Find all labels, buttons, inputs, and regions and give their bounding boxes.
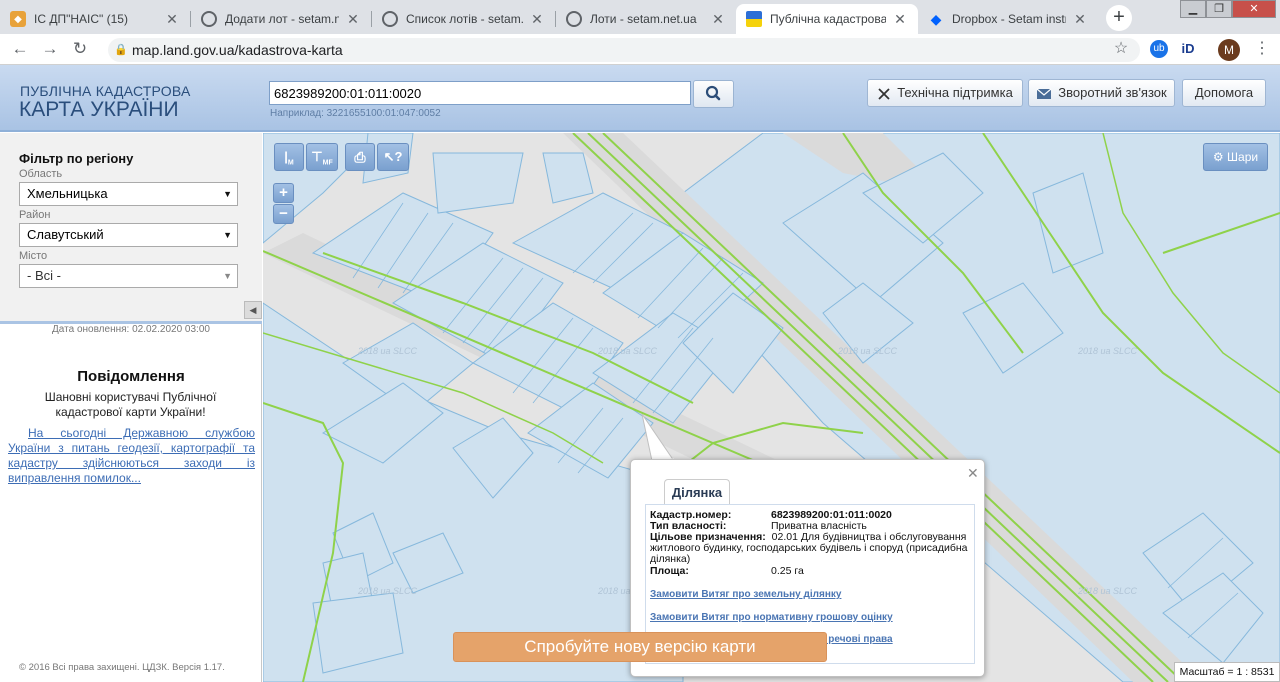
close-icon[interactable]: ✕ [345,11,361,28]
layers-button[interactable]: ⚙ Шари [1203,143,1268,171]
close-icon[interactable]: ✕ [1072,11,1088,28]
window-close-button[interactable]: ✕ [1232,0,1276,18]
tab-parcel[interactable]: Ділянка [664,479,730,505]
city-label: Місто [19,250,48,262]
rayon-label: Район [19,209,51,221]
dropdown-arrow-icon: ▼ [223,271,232,281]
oblast-select[interactable]: Хмельницька ▼ [19,182,238,206]
maximize-button[interactable]: ❐ [1206,0,1232,18]
watermark: 2018 ua SLCC [358,346,418,356]
footer-copyright: © 2016 Всі права захищені. ЦДЗК. Версія … [19,662,225,673]
help-button[interactable]: Допомога [1182,79,1266,107]
id-extension-icon[interactable]: iD [1178,40,1198,58]
ukraine-flag-icon [746,11,762,27]
browser-tab-bar: ◆ ІС ДП"НАІС" (15) ✕ Додати лот - setam.… [0,0,1280,34]
browser-tab-lot-list[interactable]: Список лотів - setam.ne ✕ [372,4,555,34]
close-icon[interactable]: ✕ [529,11,545,28]
feedback-button[interactable]: Зворотний зв'язок [1028,79,1175,107]
left-panel: Фільтр по регіону Область Хмельницька ▼ … [0,133,262,682]
envelope-icon [1036,88,1052,99]
watermark: 2018 ua SLCC [598,346,658,356]
order-extract-link[interactable]: Замовити Витяг про земельну ділянку [650,589,841,600]
zoom-in-button[interactable]: + [273,183,294,203]
watermark: 2018 ua SLCC [1078,586,1138,596]
notice-text: Шановні користувачі Публічної кадастрово… [44,390,217,419]
logo-line1[interactable]: ПУБЛІЧНА КАДАСТРОВА [20,83,191,99]
filter-title: Фільтр по регіону [19,151,134,166]
globe-icon [201,11,217,27]
profile-avatar[interactable]: M [1218,39,1240,61]
tools-icon [878,87,890,100]
dropdown-arrow-icon: ▼ [223,189,232,199]
site-header: ПУБЛІЧНА КАДАСТРОВА КАРТА УКРАЇНИ Наприк… [0,65,1280,132]
minimize-button[interactable]: ▁ [1180,0,1206,18]
printer-icon: ⎙ [354,149,366,165]
print-button[interactable]: ⎙ [345,143,375,171]
watermark: 2018 ua SLCC [838,346,898,356]
purpose-row: Цільове призначення: 02.01 Для будівницт… [650,532,968,565]
measure-distance-button[interactable]: |М [274,143,304,171]
browser-tab-cadastral-map[interactable]: Публічна кадастрова ка ✕ [736,4,918,34]
close-icon[interactable]: ✕ [892,11,908,28]
map-scale: Масштаб = 1 : 8531 [1174,662,1280,682]
update-date: Дата оновлення: 02.02.2020 03:00 [52,324,210,335]
popup-pointer [641,414,675,462]
identify-button[interactable]: ↖? [377,143,409,171]
cursor-question-icon: ↖? [383,149,403,164]
collapse-panel-button[interactable]: ◀ [244,301,262,319]
tech-support-button[interactable]: Технічна підтримка [867,79,1023,107]
watermark: 2018 ua SLCC [358,586,418,596]
measure-area-button[interactable]: ⊤МF [306,143,338,171]
rayon-select[interactable]: Славутський ▼ [19,223,238,247]
bookmark-star-icon[interactable]: ☆ [1112,40,1130,58]
dropdown-arrow-icon: ▼ [223,230,232,240]
url-field[interactable]: 🔒 map.land.gov.ua/kadastrova-karta [108,38,1140,62]
close-icon[interactable]: ✕ [967,465,979,482]
browser-tab-nais[interactable]: ◆ ІС ДП"НАІС" (15) ✕ [0,4,190,34]
order-valuation-link[interactable]: Замовити Витяг про нормативну грошову оц… [650,612,893,623]
globe-icon [382,11,398,27]
back-button[interactable]: ← [8,38,32,60]
browser-tab-dropbox[interactable]: ◆ Dropbox - Setam instruc ✕ [918,4,1098,34]
search-button[interactable] [693,80,734,108]
close-icon[interactable]: ✕ [164,11,180,28]
search-icon [705,85,721,101]
region-filter: Фільтр по регіону Область Хмельницька ▼ … [0,133,262,324]
gear-icon: ⚙ [1212,150,1224,164]
new-tab-button[interactable]: + [1106,5,1132,31]
close-icon[interactable]: ✕ [710,11,726,28]
dropbox-icon: ◆ [930,10,942,27]
area-value: 0.25 га [771,565,804,577]
notice-link[interactable]: На сьогодні Державною службою України з … [8,426,255,486]
browser-tab-add-lot[interactable]: Додати лот - setam.net.u ✕ [191,4,371,34]
logo-line2[interactable]: КАРТА УКРАЇНИ [19,98,179,122]
watermark: 2018 ua SLCC [1078,346,1138,356]
nais-icon: ◆ [10,11,26,27]
forward-button[interactable]: → [38,38,62,60]
city-select[interactable]: - Всі - ▼ [19,264,238,288]
lock-icon: 🔒 [114,44,128,56]
reload-button[interactable]: ↻ [68,38,92,60]
zoom-out-button[interactable]: − [273,204,294,224]
menu-kebab-icon[interactable]: ⋮ [1254,40,1270,58]
search-example: Наприклад: 3221655100:01:047:0052 [270,108,441,119]
cadastral-search-input[interactable] [269,81,691,105]
browser-tab-lots[interactable]: Лоти - setam.net.ua ✕ [556,4,736,34]
globe-icon [566,11,582,27]
field-label: Площа: [650,565,689,577]
extension-icon[interactable]: ub [1150,40,1168,58]
oblast-label: Область [19,168,63,180]
notice-title: Повідомлення [77,368,185,385]
area-ruler-icon: ⊤ [311,149,323,164]
try-new-version-banner[interactable]: Спробуйте нову версію карти [453,632,827,662]
address-bar-row: ← → ↻ 🔒 map.land.gov.ua/kadastrova-karta… [0,34,1280,65]
